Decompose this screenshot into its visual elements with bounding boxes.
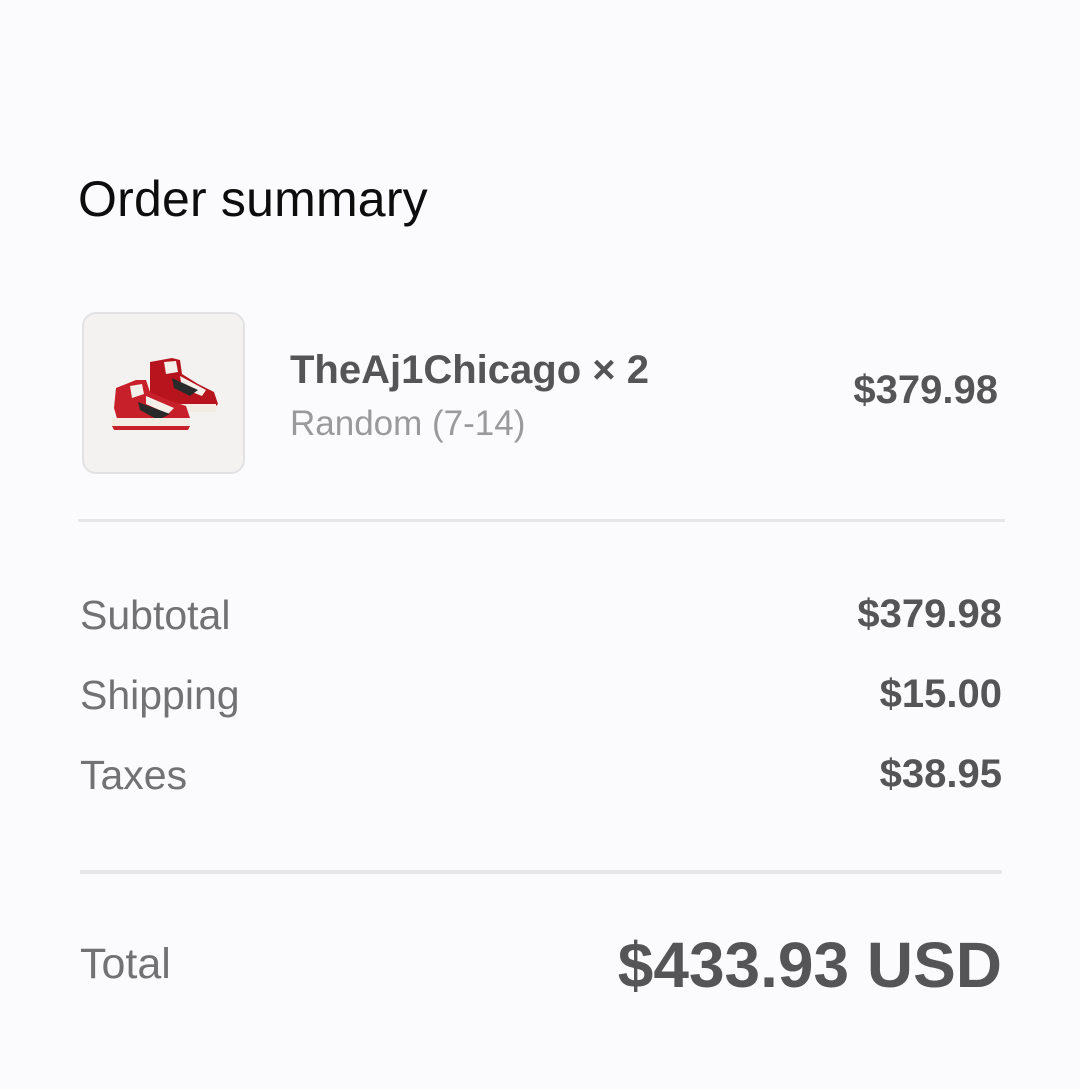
product-name: TheAj1Chicago × 2 xyxy=(290,348,649,392)
shipping-label: Shipping xyxy=(80,672,240,718)
subtotal-label: Subtotal xyxy=(80,592,231,638)
subtotal-value: $379.98 xyxy=(857,592,1002,636)
line-item: TheAj1Chicago × 2 Random (7-14) $379.98 xyxy=(82,312,1002,474)
sneaker-icon xyxy=(112,358,218,430)
shipping-value: $15.00 xyxy=(879,672,1002,716)
divider xyxy=(80,870,1002,874)
total-value: $433.93 USD xyxy=(617,929,1002,1001)
product-variant: Random (7-14) xyxy=(290,404,526,443)
product-price: $379.98 xyxy=(853,368,998,412)
divider xyxy=(78,519,1005,522)
shipping-row: Shipping $15.00 xyxy=(80,672,1002,722)
page-title: Order summary xyxy=(78,171,428,227)
taxes-row: Taxes $38.95 xyxy=(80,752,1002,802)
subtotal-row: Subtotal $379.98 xyxy=(80,592,1002,642)
product-thumbnail xyxy=(82,312,245,474)
taxes-label: Taxes xyxy=(80,752,188,798)
total-label: Total xyxy=(80,940,171,988)
taxes-value: $38.95 xyxy=(879,752,1002,796)
